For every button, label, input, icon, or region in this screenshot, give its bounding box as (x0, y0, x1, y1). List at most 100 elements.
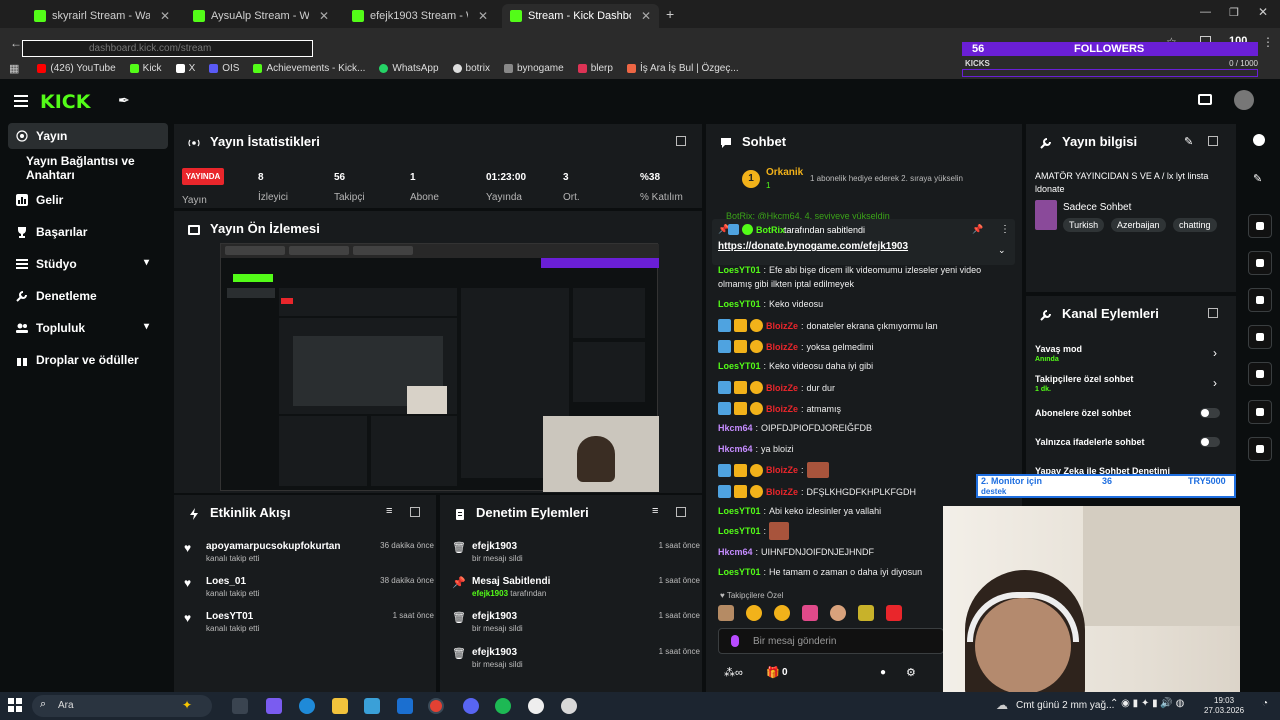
sidebar-item-stream-key[interactable]: Yayın Bağlantısı ve Anahtarı (8, 154, 183, 182)
kick-logo[interactable]: KICK (40, 91, 104, 111)
avatar[interactable] (1234, 90, 1254, 110)
clock-date[interactable]: 27.03.2026 (1204, 706, 1244, 715)
browser-tab[interactable]: AysuAlp Stream - Watch Live o ✕ (185, 4, 337, 28)
gift-icon[interactable]: 🎁 (766, 666, 780, 679)
chevron-right-icon[interactable]: › (1213, 376, 1217, 390)
chevron-right-icon[interactable]: › (1213, 346, 1217, 360)
creator-view-icon[interactable] (1198, 94, 1212, 105)
settings-icon[interactable]: ⚙ (906, 666, 916, 679)
edit-icon[interactable]: ✎ (1184, 135, 1193, 148)
quick-action-button[interactable] (1248, 400, 1272, 424)
outlook-icon[interactable] (397, 698, 413, 714)
close-icon[interactable]: ✕ (641, 9, 651, 23)
channel-points-icon[interactable]: ⁂∞ (724, 666, 743, 679)
emote-icon[interactable] (802, 605, 818, 621)
emote-icon[interactable] (746, 605, 762, 621)
weather-text[interactable]: Cmt günü 2 mm yağ... (1016, 700, 1114, 711)
file-explorer-icon[interactable] (332, 698, 348, 714)
expand-icon[interactable] (410, 507, 420, 517)
task-view-icon[interactable] (232, 698, 248, 714)
spotify-icon[interactable] (495, 698, 511, 714)
bookmark-item[interactable]: (426) YouTube (37, 63, 116, 74)
notifications-icon[interactable]: ◔ (1262, 698, 1268, 709)
mod-user[interactable]: efejk1903 (472, 647, 517, 658)
bookmark-item[interactable]: OIS (209, 63, 239, 74)
top-gifter-name[interactable]: Orkanik (766, 167, 803, 178)
url-field[interactable]: dashboard.kick.com/stream (22, 40, 313, 57)
bookmark-item[interactable]: botrix (452, 63, 490, 74)
discord-icon[interactable] (463, 698, 479, 714)
bookmark-item[interactable]: Achievements - Kick... (253, 63, 365, 74)
pin-tool-icon[interactable]: ✒ (118, 92, 130, 109)
emote-icon[interactable] (830, 605, 846, 621)
expand-icon[interactable] (676, 507, 686, 517)
sidebar-item-droplar[interactable]: Droplar ve ödüller (8, 347, 168, 373)
subs-chat-toggle[interactable] (1200, 408, 1220, 418)
mod-user[interactable]: efejk1903 (472, 611, 517, 622)
quick-action-button[interactable] (1248, 437, 1272, 461)
store-icon[interactable] (364, 698, 380, 714)
emote-icon[interactable] (718, 605, 734, 621)
edit-icon[interactable]: ✎ (1253, 172, 1262, 185)
minimize-icon[interactable]: — (1200, 6, 1211, 18)
quick-action-button[interactable] (1248, 251, 1272, 275)
browser-tab-active[interactable]: Stream - Kick Dashboard ✕ (502, 4, 659, 28)
apps-grid-icon[interactable]: ▦ (9, 62, 19, 75)
slow-mode-row[interactable]: Yavaş mod Anında (1035, 344, 1225, 363)
activity-user[interactable]: Loes_01 (206, 576, 246, 587)
tag-chip[interactable]: chatting (1173, 218, 1217, 232)
emoji-icon[interactable]: ● (880, 667, 886, 678)
browser-tab[interactable]: skyrairl Stream - Watch Live on ✕ (26, 4, 178, 28)
unpin-icon[interactable]: 📌 (972, 224, 983, 235)
emote-icon[interactable] (886, 605, 902, 621)
hamburger-menu-icon[interactable] (14, 95, 28, 107)
sidebar-item-topluluk[interactable]: Topluluk ▾ (8, 315, 168, 341)
new-tab-icon[interactable]: + (666, 6, 674, 22)
tag-chip[interactable]: Turkish (1063, 218, 1105, 232)
category-name[interactable]: Sadece Sohbet (1063, 202, 1131, 213)
close-window-icon[interactable]: ✕ (1258, 5, 1268, 19)
pinned-user[interactable]: BotRix (756, 225, 785, 235)
info-icon[interactable] (1253, 134, 1265, 146)
close-icon[interactable]: ✕ (478, 9, 488, 23)
sidebar-item-yayin[interactable]: Yayın (8, 123, 168, 149)
quick-action-button[interactable] (1248, 362, 1272, 386)
copilot-icon[interactable] (266, 698, 282, 714)
quick-action-button[interactable] (1248, 214, 1272, 238)
sidebar-item-basarilar[interactable]: Başarılar (8, 219, 168, 245)
gift-prompt[interactable]: 1 abonelik hediye ederek 2. sıraya yükse… (810, 174, 963, 183)
edge-icon[interactable] (299, 698, 315, 714)
chevron-down-icon[interactable]: ⌄ (998, 245, 1006, 256)
sidebar-item-gelir[interactable]: Gelir (8, 187, 168, 213)
filter-icon[interactable]: ≡ (386, 505, 392, 517)
microphone-icon[interactable] (731, 635, 739, 647)
mod-user[interactable]: efejk1903 (472, 589, 508, 598)
activity-user[interactable]: apoyamarpucsokupfokurtan (206, 541, 340, 552)
taskbar-search[interactable]: ⌕ Ara ✦ (32, 695, 212, 717)
browser-tab[interactable]: efejk1903 Stream - Watch Live ✕ (344, 4, 496, 28)
mod-user[interactable]: efejk1903 (472, 541, 517, 552)
tag-chip[interactable]: Azerbaijan (1111, 218, 1166, 232)
video-preview[interactable] (220, 243, 659, 492)
pinned-link[interactable]: https://donate.bynogame.com/efejk1903 (718, 241, 908, 252)
obs-icon[interactable] (528, 698, 544, 714)
activity-user[interactable]: LoesYT01 (206, 611, 253, 622)
bookmark-item[interactable]: bynogame (503, 63, 564, 74)
close-icon[interactable]: ✕ (319, 9, 329, 23)
sidebar-item-denetleme[interactable]: Denetleme (8, 283, 168, 309)
maximize-icon[interactable]: ❐ (1229, 6, 1239, 19)
back-icon[interactable]: ← (10, 36, 22, 50)
app-icon[interactable] (561, 698, 577, 714)
followers-chat-row[interactable]: Takipçilere özel sohbet 1 dk. (1035, 374, 1225, 393)
expand-icon[interactable] (676, 136, 686, 146)
emote-chat-toggle[interactable] (1200, 437, 1220, 447)
expand-icon[interactable] (1208, 136, 1218, 146)
bookmark-item[interactable]: WhatsApp (379, 63, 439, 74)
tray-icons[interactable]: ⌃ ◉ ▮ ✦ ▮ 🔊 ◍ (1110, 698, 1184, 709)
chrome-icon[interactable] (428, 698, 444, 714)
quick-action-button[interactable] (1248, 288, 1272, 312)
clock-time[interactable]: 19:03 (1214, 696, 1234, 705)
bookmark-item[interactable]: blerp (577, 63, 613, 74)
chat-input[interactable]: Bir mesaj gönderin (718, 628, 944, 654)
filter-icon[interactable]: ≡ (652, 505, 658, 517)
